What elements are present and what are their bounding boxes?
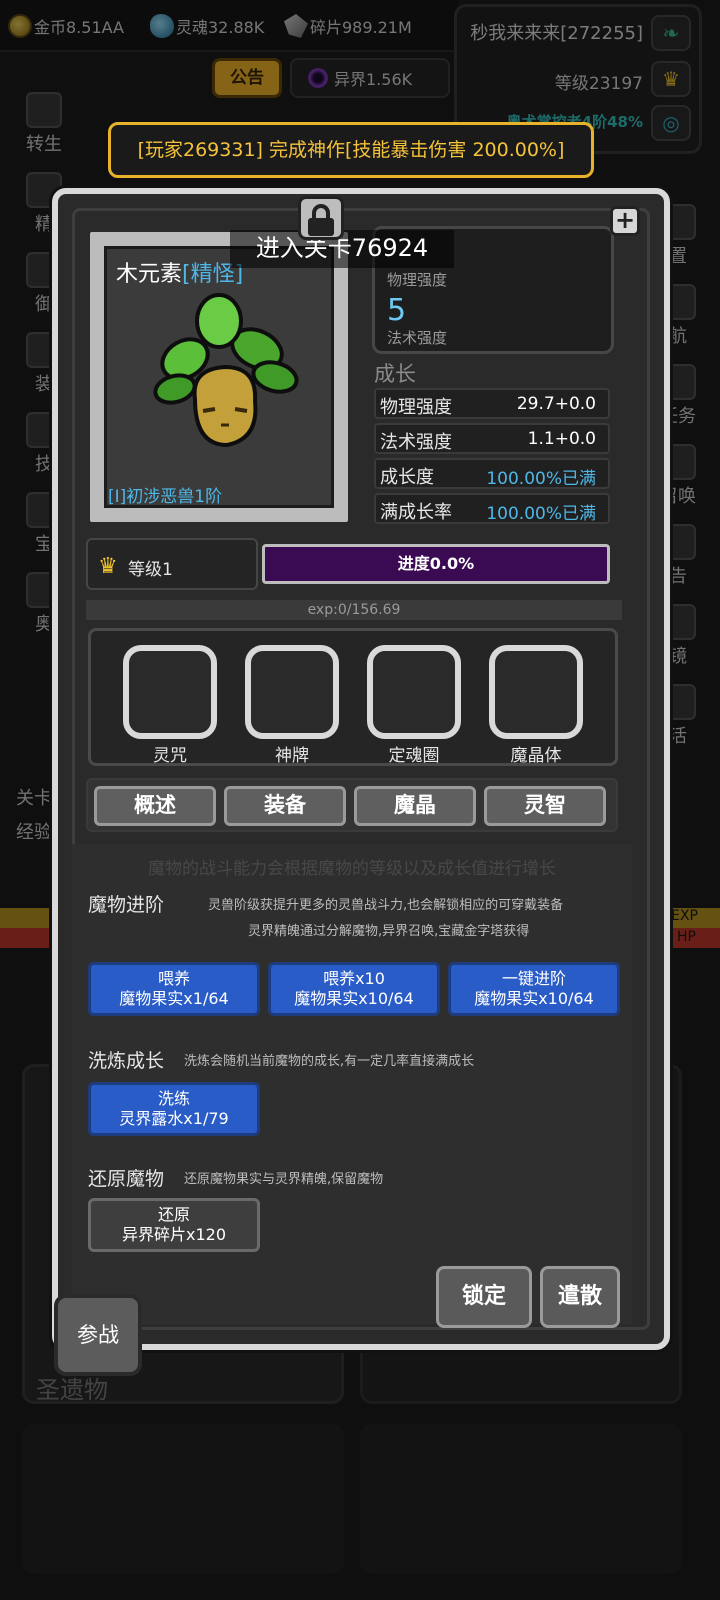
auto-advance-button[interactable]: 一键进阶 魔物果实x10/64 bbox=[448, 962, 620, 1016]
plus-button[interactable]: + bbox=[610, 206, 640, 236]
growth-row: 成长度 100.00%已满 bbox=[374, 458, 610, 489]
equipment-slots: 灵咒 神牌 定魂圈 魔晶体 bbox=[88, 628, 618, 766]
overview-header: 魔物的战斗能力会根据魔物的等级以及成长值进行增长 bbox=[148, 859, 556, 879]
slot-crystal[interactable] bbox=[489, 645, 583, 739]
growth-row: 法术强度 1.1+0.0 bbox=[374, 423, 610, 454]
dismiss-button[interactable]: 遣散 bbox=[540, 1266, 620, 1328]
exp-readout: exp:0/156.69 bbox=[86, 600, 622, 620]
advance-desc-2: 灵界精魄通过分解魔物,异界召唤,宝藏金字塔获得 bbox=[248, 924, 530, 939]
refine-title: 洗炼成长 bbox=[88, 1050, 165, 1072]
slot-soul-ring[interactable] bbox=[367, 645, 461, 739]
restore-title: 还原魔物 bbox=[88, 1168, 165, 1190]
restore-desc: 还原魔物果实与灵界精魄,保留魔物 bbox=[184, 1172, 384, 1187]
growth-row: 物理强度 29.7+0.0 bbox=[374, 388, 610, 419]
advance-title: 魔物进阶 bbox=[88, 894, 165, 916]
overview-panel: 魔物的战斗能力会根据魔物的等级以及成长值进行增长 魔物进阶 灵兽阶级获提升更多的… bbox=[72, 844, 632, 1324]
tab-intellect[interactable]: 灵智 bbox=[484, 786, 606, 826]
advance-desc: 灵兽阶级获提升更多的灵兽战斗力,也会解锁相应的可穿戴装备 bbox=[208, 898, 564, 913]
refine-button[interactable]: 洗练 灵界露水x1/79 bbox=[88, 1082, 260, 1136]
lock-icon[interactable] bbox=[298, 196, 344, 240]
refine-desc: 洗炼会随机当前魔物的成长,有一定几率直接满成长 bbox=[184, 1054, 475, 1069]
feed-x10-button[interactable]: 喂养x10 魔物果实x10/64 bbox=[268, 962, 440, 1016]
lock-button[interactable]: 锁定 bbox=[436, 1266, 532, 1328]
detail-tabs: 概述 装备 魔晶 灵智 bbox=[86, 778, 618, 832]
monster-tier: [I]初涉恶兽1阶 bbox=[108, 487, 223, 507]
tab-crystal[interactable]: 魔晶 bbox=[354, 786, 476, 826]
level-progress-bar: 进度0.0% bbox=[262, 544, 610, 584]
magic-power-value: 5 bbox=[387, 293, 407, 328]
restore-button[interactable]: 还原 异界碎片x120 bbox=[88, 1198, 260, 1252]
growth-row: 满成长率 100.00%已满 bbox=[374, 493, 610, 524]
crown-icon: ♛ bbox=[98, 554, 118, 579]
level-box: ♛ 等级1 bbox=[86, 538, 258, 590]
growth-title: 成长 bbox=[374, 362, 416, 386]
broadcast-banner: [玩家269331] 完成神作[技能暴击伤害 200.00%] bbox=[108, 122, 594, 178]
wood-elemental-icon bbox=[153, 293, 299, 447]
feed-button[interactable]: 喂养 魔物果实x1/64 bbox=[88, 962, 260, 1016]
slot-spell[interactable] bbox=[123, 645, 217, 739]
phys-power-label: 物理强度 bbox=[387, 271, 448, 289]
magic-power-label: 法术强度 bbox=[387, 329, 448, 347]
tab-equipment[interactable]: 装备 bbox=[224, 786, 346, 826]
tab-overview[interactable]: 概述 bbox=[94, 786, 216, 826]
join-battle-button[interactable]: 参战 bbox=[54, 1294, 142, 1376]
monster-name: 木元素[精怪] bbox=[116, 262, 244, 287]
slot-card[interactable] bbox=[245, 645, 339, 739]
